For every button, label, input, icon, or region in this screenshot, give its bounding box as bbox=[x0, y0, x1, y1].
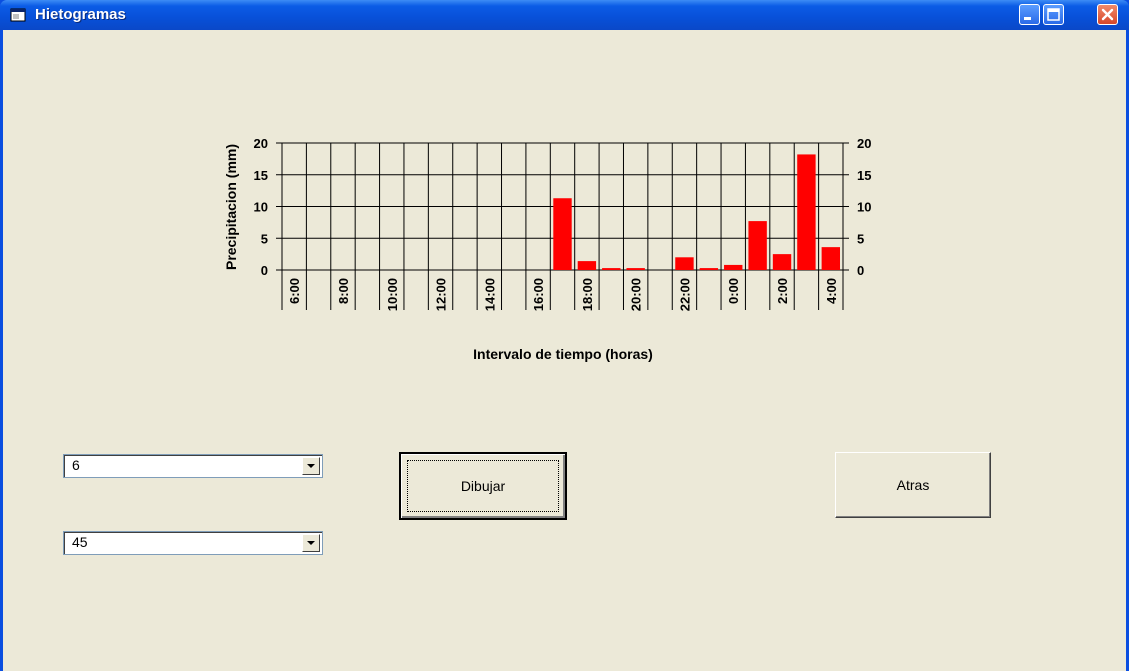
x-tick-label: 20:00 bbox=[629, 278, 644, 311]
dibujar-label: Dibujar bbox=[460, 478, 506, 494]
y-tick-label-right: 5 bbox=[857, 231, 864, 246]
precipitation-bar bbox=[748, 221, 767, 270]
precipitation-bar bbox=[772, 254, 792, 270]
y-tick-label-left: 15 bbox=[254, 168, 268, 183]
x-tick-label: 0:00 bbox=[726, 278, 741, 304]
precipitation-bar bbox=[602, 268, 621, 270]
y-tick-label-left: 5 bbox=[261, 231, 268, 246]
precipitation-bar bbox=[553, 198, 572, 270]
precipitation-bar bbox=[675, 257, 694, 270]
y-axis-title: Precipitacion (mm) bbox=[223, 144, 239, 270]
x-tick-label: 4:00 bbox=[824, 278, 839, 304]
y-tick-label-right: 10 bbox=[857, 200, 871, 215]
interval-dropdown-button[interactable] bbox=[302, 534, 320, 552]
chevron-down-icon bbox=[307, 541, 315, 545]
x-tick-label: 10:00 bbox=[385, 278, 400, 311]
hour-start-dropdown-button[interactable] bbox=[302, 457, 320, 475]
hour-start-combobox[interactable]: 6 bbox=[63, 454, 323, 478]
window-title: Hietogramas bbox=[35, 6, 126, 23]
interval-value: 45 bbox=[72, 534, 88, 550]
hyetograph-chart: 0 0 5 5 10 10 15 15 20 20 6:00 8:00 10:00 12:00 14:00 1… bbox=[223, 136, 871, 362]
x-tick-label: 16:00 bbox=[531, 278, 546, 311]
x-axis-title: Intervalo de tiempo (horas) bbox=[473, 346, 653, 362]
maximize-button[interactable] bbox=[1043, 4, 1064, 25]
minimize-button[interactable] bbox=[1019, 4, 1040, 25]
x-tick-label: 2:00 bbox=[775, 278, 790, 304]
atras-button[interactable]: Atras bbox=[835, 452, 991, 518]
y-tick-label-right: 0 bbox=[857, 263, 864, 278]
precipitation-bar bbox=[821, 247, 840, 270]
x-tick-label: 8:00 bbox=[336, 278, 351, 304]
precipitation-bar bbox=[699, 268, 719, 270]
hietogramas-window: Hietogramas 0 0 5 5 10 10 15 15 20 20 6:00 8:00 10:0… bbox=[0, 0, 1129, 671]
dibujar-button[interactable]: Dibujar bbox=[399, 452, 567, 520]
minimize-icon bbox=[1024, 17, 1031, 20]
x-tick-label: 14:00 bbox=[482, 278, 497, 311]
precipitation-bar bbox=[724, 264, 743, 270]
interval-combobox[interactable]: 45 bbox=[63, 531, 323, 555]
x-tick-label: 18:00 bbox=[580, 278, 595, 311]
y-tick-label-left: 10 bbox=[254, 200, 268, 215]
precipitation-bar bbox=[577, 261, 597, 270]
form-client-area: 0 0 5 5 10 10 15 15 20 20 6:00 8:00 10:00 12:00 14:00 1… bbox=[3, 30, 1126, 671]
atras-label: Atras bbox=[896, 477, 930, 493]
chevron-down-icon bbox=[307, 464, 315, 468]
window-app-icon[interactable] bbox=[10, 8, 26, 22]
x-tick-label: 12:00 bbox=[434, 278, 449, 311]
y-tick-label-right: 20 bbox=[857, 136, 871, 151]
close-icon bbox=[1101, 8, 1114, 21]
y-tick-label-right: 15 bbox=[857, 168, 871, 183]
y-tick-label-left: 0 bbox=[261, 263, 268, 278]
hour-start-value: 6 bbox=[72, 457, 80, 473]
maximize-icon bbox=[1047, 8, 1060, 21]
x-tick-label: 6:00 bbox=[287, 278, 302, 304]
precipitation-bar bbox=[626, 268, 645, 270]
precipitation-bar bbox=[797, 154, 816, 270]
x-tick-label: 22:00 bbox=[677, 278, 692, 311]
close-button[interactable] bbox=[1097, 4, 1118, 25]
title-bar[interactable]: Hietogramas bbox=[0, 0, 1129, 30]
y-tick-label-left: 20 bbox=[254, 136, 268, 151]
